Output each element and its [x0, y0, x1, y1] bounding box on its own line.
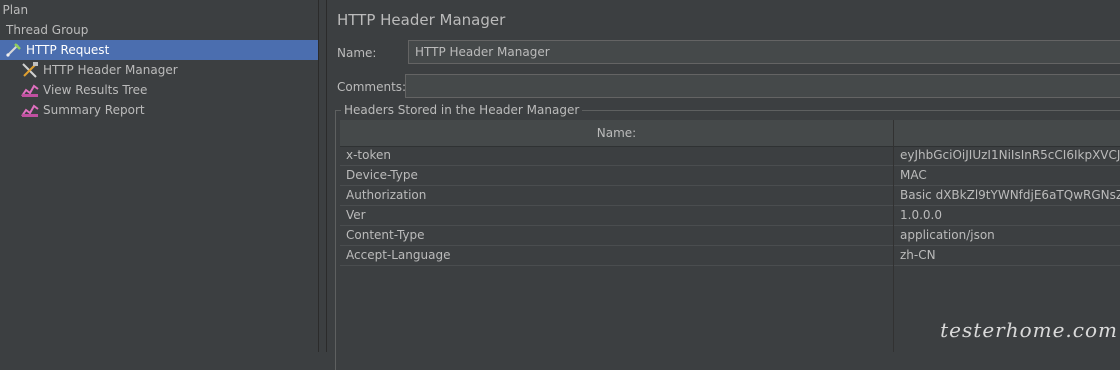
panel-title: HTTP Header Manager [337, 11, 506, 29]
tree-item-http-header-manager[interactable]: HTTP Header Manager [0, 60, 318, 80]
headers-group-title: Headers Stored in the Header Manager [341, 103, 583, 117]
header-value-cell[interactable]: MAC [900, 166, 1120, 186]
split-pane-divider[interactable] [318, 0, 327, 352]
tree-item-label: HTTP Header Manager [43, 63, 178, 77]
header-name-cell[interactable]: Device-Type [346, 166, 886, 186]
tree-item-label: View Results Tree [43, 83, 148, 97]
header-name-cell[interactable]: Accept-Language [346, 246, 886, 266]
header-name-cell[interactable]: Authorization [346, 186, 886, 206]
header-name-cell[interactable]: x-token [346, 146, 886, 166]
header-value-cell[interactable]: eyJhbGciOiJIUzI1NiIsInR5cCI6IkpXVCJ9.eyJ [900, 146, 1120, 166]
column-header-name[interactable]: Name: [340, 120, 894, 146]
header-name-cell[interactable]: Content-Type [346, 226, 886, 246]
tree-item-label: Thread Group [6, 23, 89, 37]
header-name-cell[interactable]: Ver [346, 206, 886, 226]
tree-item-label: t Plan [0, 3, 29, 17]
table-row[interactable]: Device-Type MAC [340, 166, 1120, 186]
test-plan-tree[interactable]: t Plan Thread Group HTTP Request HTTP He… [0, 0, 318, 352]
column-header-value[interactable] [894, 120, 1120, 146]
tree-item-summary-report[interactable]: Summary Report [0, 100, 318, 120]
header-manager-icon [21, 62, 39, 78]
name-label: Name: [337, 46, 377, 60]
header-value-cell[interactable]: zh-CN [900, 246, 1120, 266]
name-field[interactable] [408, 40, 1120, 64]
tree-item-http-request[interactable]: HTTP Request [0, 40, 318, 60]
table-row[interactable]: Content-Type application/json [340, 226, 1120, 246]
watermark: testerhome.com [940, 318, 1118, 342]
tree-item-label: HTTP Request [26, 43, 110, 57]
table-row[interactable]: Authorization Basic dXBkZl9tYWNfdjE6aTQw… [340, 186, 1120, 206]
element-config-panel: HTTP Header Manager Name: Comments: Head… [327, 0, 1120, 370]
tree-item-thread-group[interactable]: Thread Group [0, 20, 318, 40]
comments-label: Comments: [337, 80, 407, 94]
comments-field[interactable] [405, 74, 1120, 98]
column-divider [893, 146, 894, 352]
tree-item-label: Summary Report [43, 103, 145, 117]
table-header: Name: [340, 120, 1120, 147]
header-value-cell[interactable]: 1.0.0.0 [900, 206, 1120, 226]
listener-icon [21, 102, 39, 118]
table-row[interactable]: Ver 1.0.0.0 [340, 206, 1120, 226]
table-row[interactable]: Accept-Language zh-CN [340, 246, 1120, 266]
http-sampler-icon [4, 42, 22, 58]
header-value-cell[interactable]: Basic dXBkZl9tYWNfdjE6aTQwRGNsZiRzM [900, 186, 1120, 206]
listener-icon [21, 82, 39, 98]
tree-item-view-results-tree[interactable]: View Results Tree [0, 80, 318, 100]
table-row[interactable]: x-token eyJhbGciOiJIUzI1NiIsInR5cCI6IkpX… [340, 146, 1120, 166]
header-value-cell[interactable]: application/json [900, 226, 1120, 246]
tree-item-test-plan[interactable]: t Plan [0, 0, 312, 20]
